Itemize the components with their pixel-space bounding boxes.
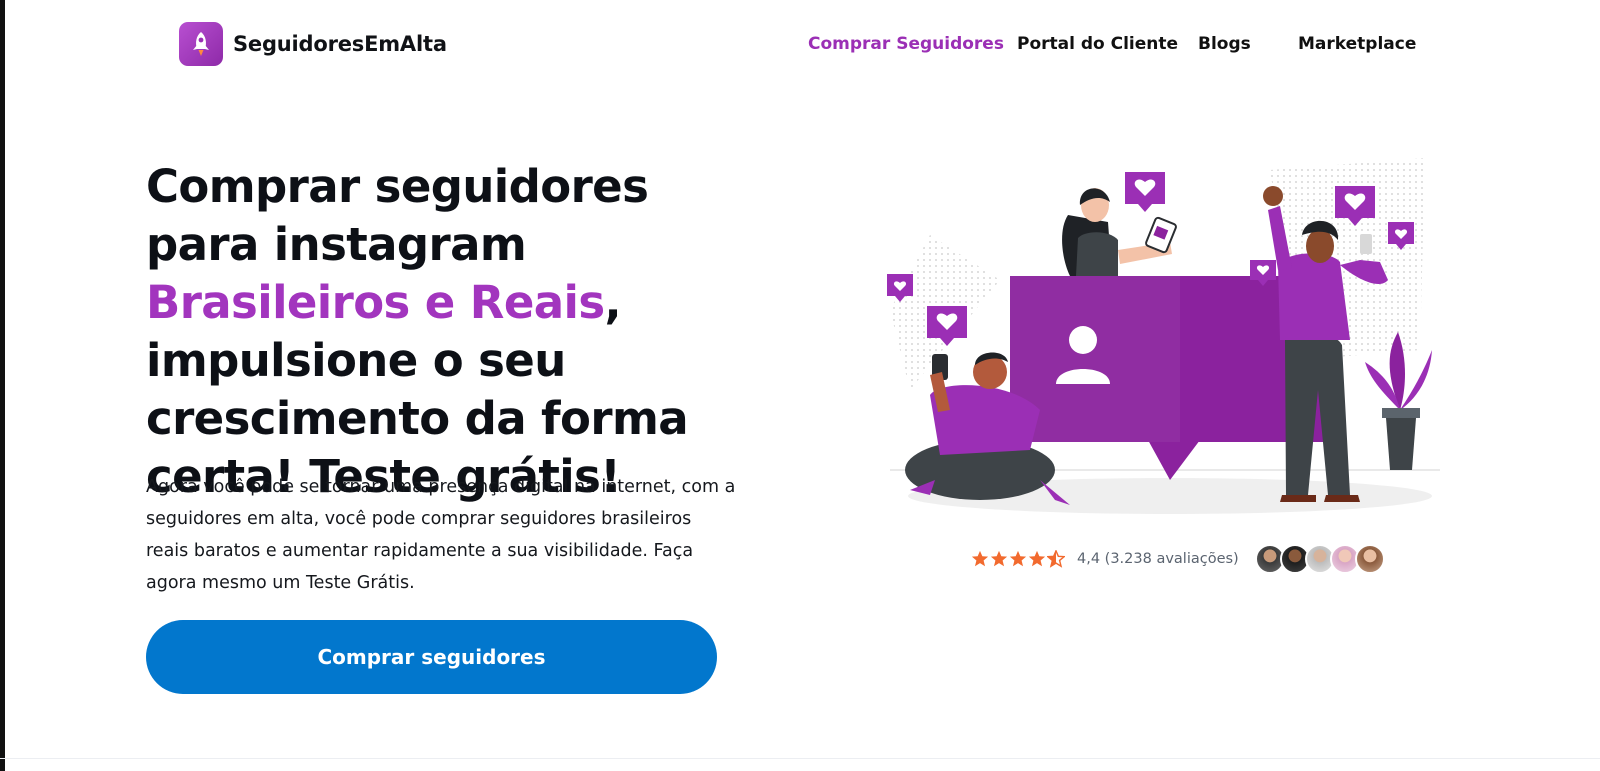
site-logo[interactable]: SeguidoresEmAlta: [179, 22, 447, 66]
hero-description: Agora você pode se tornar uma presença d…: [146, 477, 736, 593]
left-edge-bar: [0, 0, 5, 771]
nav-marketplace[interactable]: Marketplace: [1298, 34, 1416, 54]
hero-title-part1: Comprar seguidores para instagram: [146, 160, 649, 271]
star-half-icon: [1047, 550, 1065, 568]
social-media-illustration: [887, 158, 1440, 514]
avatar: [1354, 544, 1385, 574]
star-icon: [1009, 550, 1027, 567]
comprar-seguidores-button[interactable]: Comprar seguidores: [146, 620, 717, 694]
star-icon: [990, 550, 1008, 567]
nav-portal-do-cliente[interactable]: Portal do Cliente: [1017, 34, 1178, 54]
section-divider: [0, 758, 1600, 759]
reviewer-avatars: [1254, 544, 1385, 574]
nav-comprar-seguidores[interactable]: Comprar Seguidores: [808, 34, 1004, 54]
rating-text: 4,4 (3.238 avaliações): [1077, 551, 1239, 567]
rocket-icon: [179, 22, 223, 66]
star-icon: [1028, 550, 1046, 567]
star-rating: [971, 550, 1065, 568]
hero-title-highlight: Brasileiros e Reais: [146, 276, 605, 329]
logo-text: SeguidoresEmAlta: [233, 32, 447, 56]
nav-blogs[interactable]: Blogs: [1198, 34, 1251, 54]
star-icon: [971, 550, 989, 567]
hero-title: Comprar seguidores para instagram Brasil…: [146, 158, 746, 506]
rating-summary: 4,4 (3.238 avaliações): [971, 544, 1385, 574]
